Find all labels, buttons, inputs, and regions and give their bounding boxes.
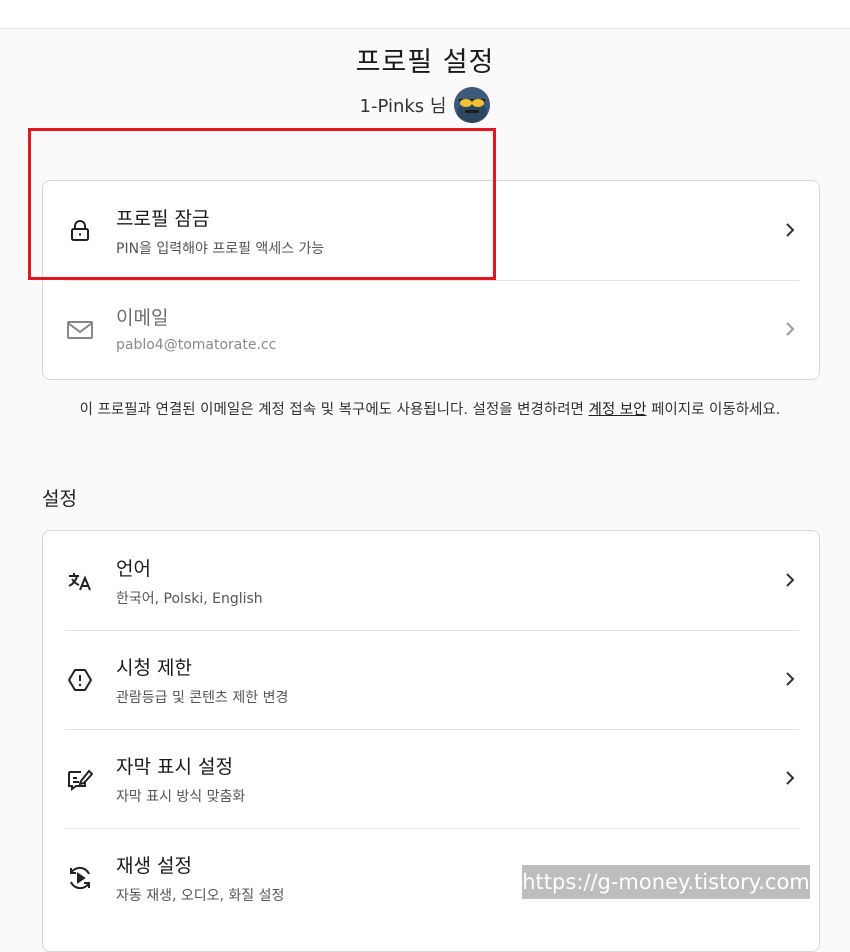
- language-desc: 한국어, Polski, English: [116, 591, 263, 607]
- language-icon: [67, 568, 93, 594]
- playback-settings-desc: 자동 재생, 오디오, 화질 설정: [116, 888, 285, 904]
- account-security-link[interactable]: 계정 보안: [589, 402, 647, 418]
- language-label: 언어: [116, 558, 151, 580]
- mail-icon: [67, 317, 93, 343]
- note-text-before: 이 프로필과 연결된 이메일은 계정 접속 및 복구에도 사용됩니다. 설정을 …: [79, 402, 589, 418]
- playback-settings-label: 재생 설정: [116, 855, 192, 877]
- watermark: https://g-money.tistory.com: [522, 865, 810, 899]
- chevron-right-icon: [786, 223, 795, 237]
- viewing-restriction-item[interactable]: 시청 제한 관람등급 및 콘텐츠 제한 변경: [43, 630, 819, 729]
- subtitle-settings-desc: 자막 표시 방식 맞춤화: [116, 789, 246, 805]
- chevron-right-icon: [786, 771, 795, 785]
- subtitle-edit-icon: [67, 766, 93, 792]
- chevron-right-icon: [786, 672, 795, 686]
- email-label: 이메일: [116, 307, 169, 329]
- viewing-restriction-label: 시청 제한: [116, 657, 192, 679]
- top-bar: [0, 0, 850, 29]
- email-value: pablo4@tomatorate.cc: [116, 337, 277, 353]
- email-item[interactable]: 이메일 pablo4@tomatorate.cc: [43, 280, 819, 379]
- page-title: 프로필 설정: [355, 47, 495, 78]
- viewing-restriction-desc: 관람등급 및 콘텐츠 제한 변경: [116, 690, 289, 706]
- chevron-right-icon: [786, 573, 795, 587]
- highlight-box: [28, 128, 496, 280]
- profile-name: 1-Pinks 님: [359, 96, 447, 117]
- profile-header: 프로필 설정 1-Pinks 님: [0, 40, 850, 123]
- avatar: [454, 87, 491, 123]
- note-text-after: 페이지로 이동하세요.: [646, 402, 781, 418]
- chevron-right-icon: [786, 322, 795, 336]
- email-note: 이 프로필과 연결된 이메일은 계정 접속 및 복구에도 사용됩니다. 설정을 …: [60, 398, 800, 422]
- profile-name-row: 1-Pinks 님: [0, 87, 850, 123]
- subtitle-settings-label: 자막 표시 설정: [116, 756, 233, 778]
- warning-octagon-icon: [67, 667, 93, 693]
- language-item[interactable]: 언어 한국어, Polski, English: [43, 531, 819, 630]
- settings-section-title: 설정: [42, 488, 77, 510]
- subtitle-settings-item[interactable]: 자막 표시 설정 자막 표시 방식 맞춤화: [43, 729, 819, 828]
- playback-icon: [67, 865, 93, 891]
